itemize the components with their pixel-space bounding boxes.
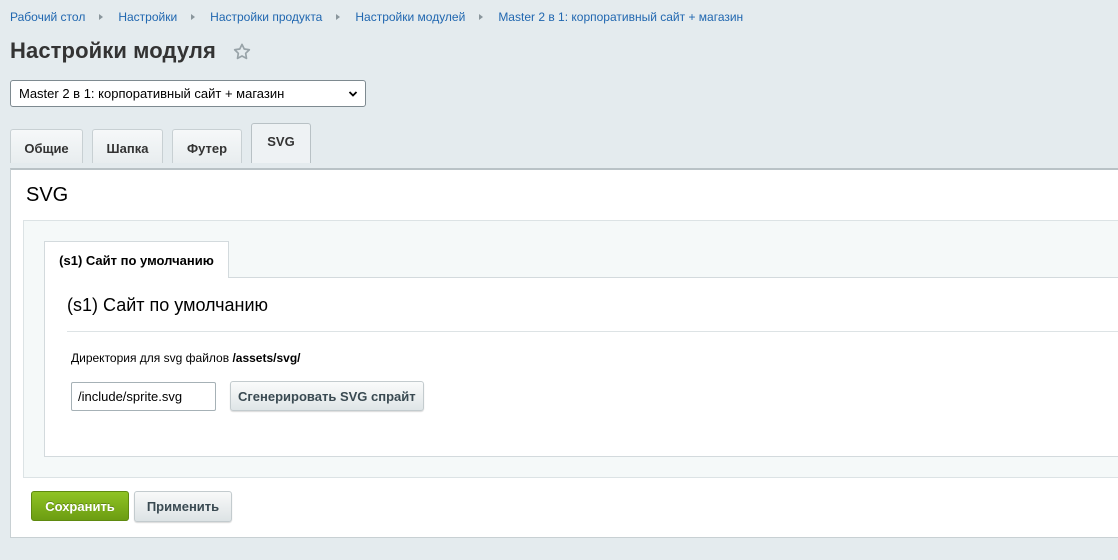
module-select-value: Master 2 в 1: корпоративный сайт + магаз… [19,86,285,101]
apply-button[interactable]: Применить [134,491,232,522]
svg-settings-panel: SVG (s1) Сайт по умолчанию (s1) Сайт по … [10,168,1118,538]
tab-label: Общие [24,140,69,156]
sprite-path-input[interactable] [71,382,216,411]
tab-header[interactable]: Шапка [92,129,163,163]
star-icon[interactable] [232,42,252,62]
directory-label: Директория для svg файлов [71,351,230,365]
site-settings-container: (s1) Сайт по умолчанию (s1) Сайт по умол… [23,220,1118,478]
breadcrumb-item-module-settings[interactable]: Настройки модулей [355,10,465,24]
breadcrumb-separator-icon [99,14,104,20]
tab-footer[interactable]: Футер [172,129,242,163]
tab-general[interactable]: Общие [10,129,83,163]
save-button[interactable]: Сохранить [31,491,129,521]
tab-site-s1[interactable]: (s1) Сайт по умолчанию [44,241,229,278]
divider [67,331,1118,332]
directory-value: /assets/svg/ [232,351,301,365]
section-title: SVG [26,184,69,206]
chevron-down-icon [348,91,358,97]
tab-label: Шапка [106,140,149,156]
page-title: Настройки модуля [10,38,216,63]
breadcrumb-item-settings[interactable]: Настройки [118,10,177,24]
site-title: (s1) Сайт по умолчанию [67,295,269,315]
module-select[interactable]: Master 2 в 1: корпоративный сайт + магаз… [10,80,366,107]
breadcrumb-separator-icon [191,14,196,20]
breadcrumb-item-product-settings[interactable]: Настройки продукта [210,10,322,24]
settings-tabs: Общие Шапка Футер SVG [10,123,320,163]
title-row: Настройки модуля [10,38,252,64]
breadcrumb-item-current-module[interactable]: Master 2 в 1: корпоративный сайт + магаз… [498,10,743,24]
breadcrumb-separator-icon [479,14,484,20]
tab-svg[interactable]: SVG [251,123,311,163]
breadcrumb-item-desktop[interactable]: Рабочий стол [10,10,85,24]
directory-info: Директория для svg файлов /assets/svg/ [71,351,300,365]
tab-label: Футер [186,140,228,156]
site-panel: (s1) Сайт по умолчанию Директория для sv… [44,277,1118,457]
tab-label: SVG [267,134,295,149]
breadcrumb-separator-icon [336,14,341,20]
breadcrumb: Рабочий стол Настройки Настройки продукт… [10,10,743,24]
site-tab-label: (s1) Сайт по умолчанию [59,252,214,268]
generate-svg-sprite-button[interactable]: Сгенерировать SVG спрайт [230,381,424,411]
